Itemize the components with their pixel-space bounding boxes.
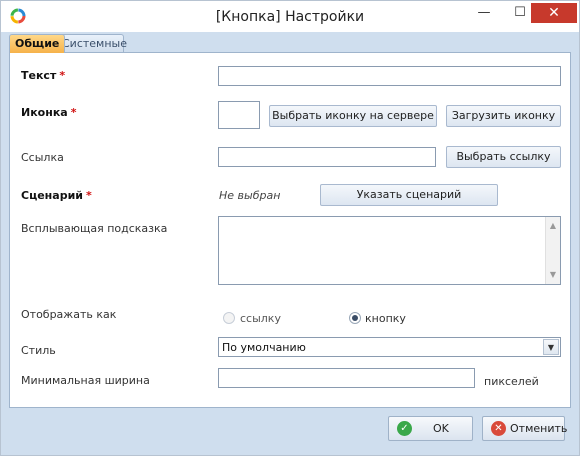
min-width-input[interactable] (218, 368, 475, 388)
radio-display-button-label: кнопку (365, 312, 406, 325)
icon-preview[interactable] (218, 101, 260, 129)
ok-button-label: OK (433, 422, 449, 435)
link-input[interactable] (218, 147, 436, 167)
tab-general[interactable]: Общие (9, 34, 66, 53)
title-bar: [Кнопка] Настройки — ☐ ✕ (1, 1, 579, 32)
tooltip-textarea[interactable]: ▲ ▼ (218, 216, 561, 285)
set-scenario-button[interactable]: Указать сценарий (320, 184, 498, 206)
style-select[interactable]: По умолчанию ▼ (218, 337, 561, 357)
scroll-up-icon[interactable]: ▲ (546, 219, 560, 233)
text-input[interactable] (218, 66, 561, 86)
style-label: Стиль (21, 344, 56, 357)
cancel-button[interactable]: ✕ Отменить (482, 416, 568, 441)
tooltip-scrollbar[interactable]: ▲ ▼ (545, 217, 560, 284)
link-label: Ссылка (21, 151, 64, 164)
style-select-value: По умолчанию (222, 341, 306, 354)
scenario-label: Сценарий * (21, 189, 92, 202)
required-mark: * (70, 106, 77, 119)
upload-icon-button[interactable]: Загрузить иконку (446, 105, 561, 127)
scenario-label-text: Сценарий (21, 189, 83, 202)
text-label: Текст * (21, 69, 65, 82)
min-width-unit: пикселей (484, 375, 539, 388)
display-as-label: Отображать как (21, 308, 117, 321)
maximize-button[interactable]: ☐ (507, 3, 533, 23)
radio-display-link[interactable] (223, 312, 235, 324)
dialog-body: Общие Системные Текст * Иконка * Выбрать и… (1, 32, 579, 455)
radio-display-button[interactable] (349, 312, 361, 324)
icon-label: Иконка * (21, 106, 76, 119)
x-circle-icon: ✕ (491, 421, 506, 436)
scroll-down-icon[interactable]: ▼ (546, 268, 560, 282)
choose-link-button[interactable]: Выбрать ссылку (446, 146, 561, 168)
cancel-button-label: Отменить (510, 422, 568, 435)
tab-panel-general: Текст * Иконка * Выбрать иконку на сервере… (9, 52, 571, 408)
scenario-status: Не выбран (219, 189, 281, 202)
icon-label-text: Иконка (21, 106, 68, 119)
radio-display-link-label: ссылку (240, 312, 281, 325)
chevron-down-icon[interactable]: ▼ (543, 339, 559, 355)
required-mark: * (86, 189, 92, 202)
min-width-label: Минимальная ширина (21, 374, 150, 387)
tab-system[interactable]: Системные (56, 34, 127, 53)
tooltip-label: Всплывающая подсказка (21, 222, 168, 235)
choose-server-icon-button[interactable]: Выбрать иконку на сервере (269, 105, 437, 127)
close-button[interactable]: ✕ (531, 3, 577, 23)
check-circle-icon: ✓ (397, 421, 412, 436)
required-mark: * (59, 69, 66, 82)
text-label-text: Текст (21, 69, 57, 82)
ok-button[interactable]: ✓ OK (388, 416, 473, 441)
settings-window: [Кнопка] Настройки — ☐ ✕ Общие Системные… (0, 0, 580, 456)
minimize-button[interactable]: — (471, 3, 497, 23)
